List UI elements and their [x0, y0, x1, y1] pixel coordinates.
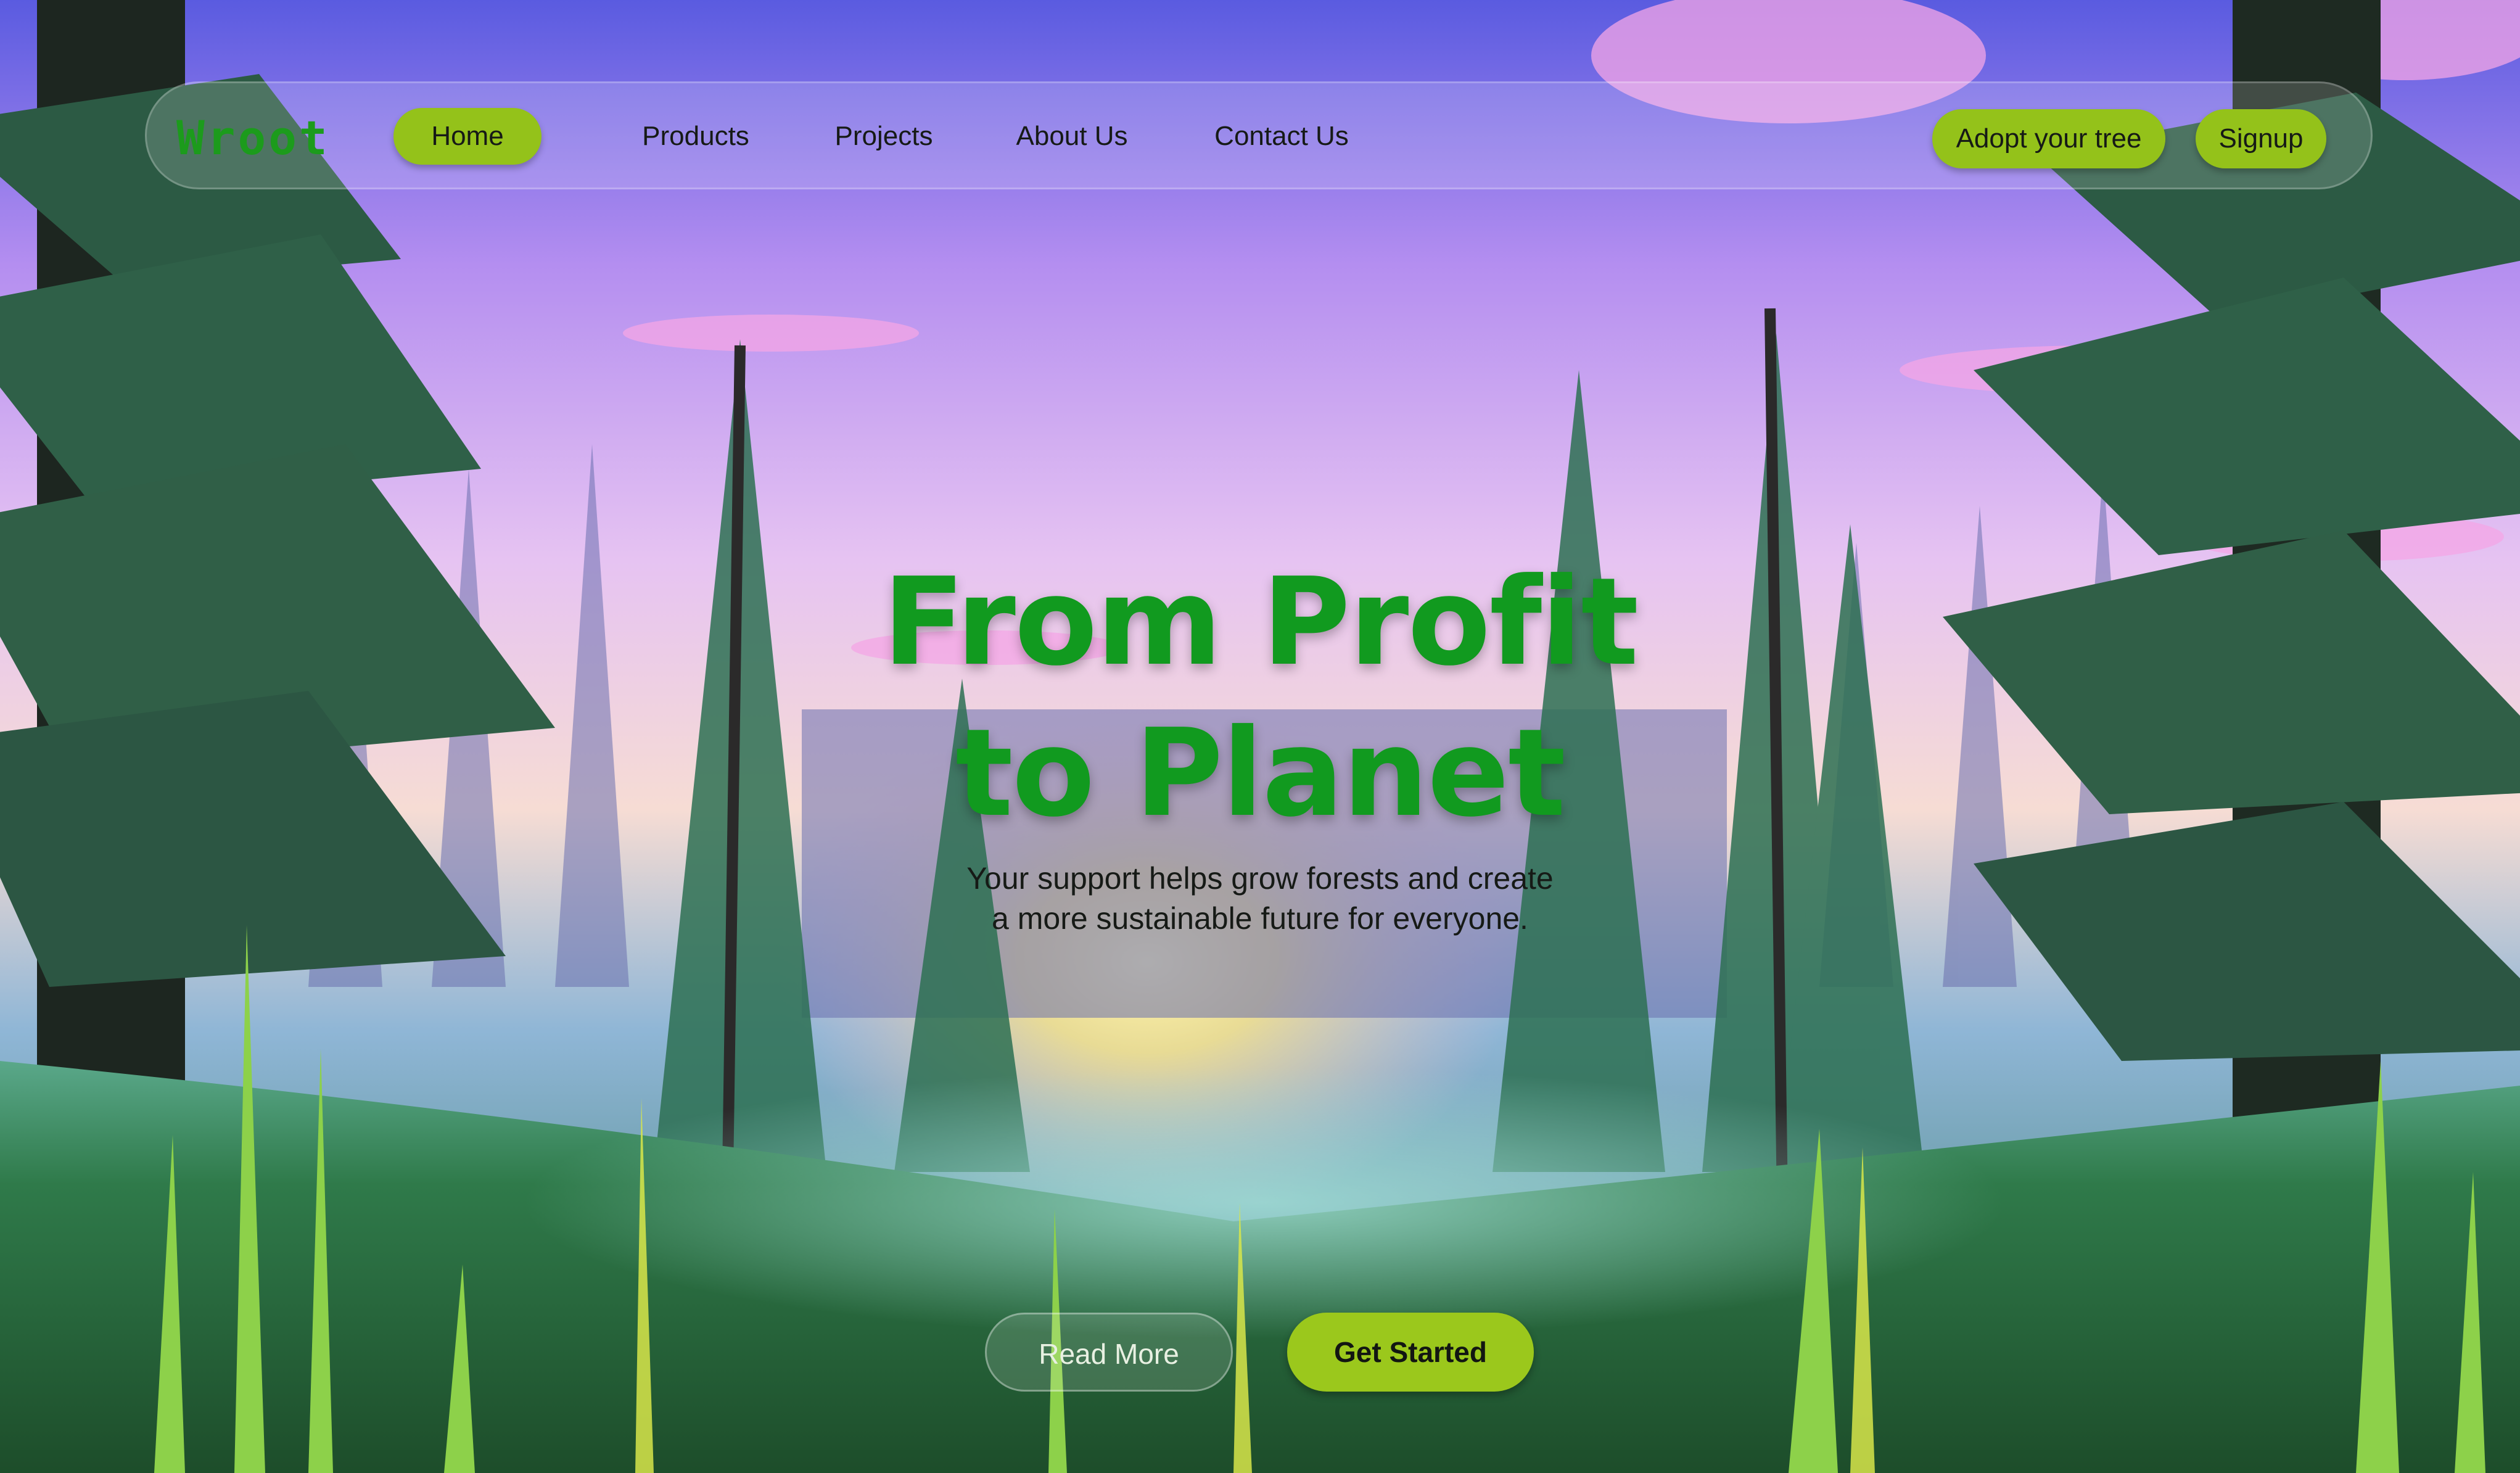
hero-title-line-2: to Planet	[955, 703, 1566, 844]
nav-item-products[interactable]: Products	[622, 108, 770, 165]
adopt-tree-button[interactable]: Adopt your tree	[1932, 109, 2165, 168]
hero-title-line-1: From Profit	[882, 552, 1639, 693]
nav-item-projects[interactable]: Projects	[810, 108, 958, 165]
nav-item-home[interactable]: Home	[393, 108, 541, 165]
hero-subtitle-line-1: Your support helps grow forests and crea…	[966, 861, 1554, 896]
hero-subtitle-line-2: a more sustainable future for everyone.	[992, 901, 1528, 936]
read-more-button[interactable]: Read More	[985, 1313, 1233, 1392]
signup-button[interactable]: Signup	[2196, 109, 2326, 168]
brand-logo[interactable]: Wroot	[176, 110, 330, 165]
nav-item-about-us[interactable]: About Us	[995, 108, 1149, 165]
top-navbar: Wroot Home Products Projects About Us Co…	[145, 81, 2373, 189]
get-started-button[interactable]: Get Started	[1287, 1313, 1534, 1392]
nav-item-contact-us[interactable]: Contact Us	[1189, 108, 1374, 165]
